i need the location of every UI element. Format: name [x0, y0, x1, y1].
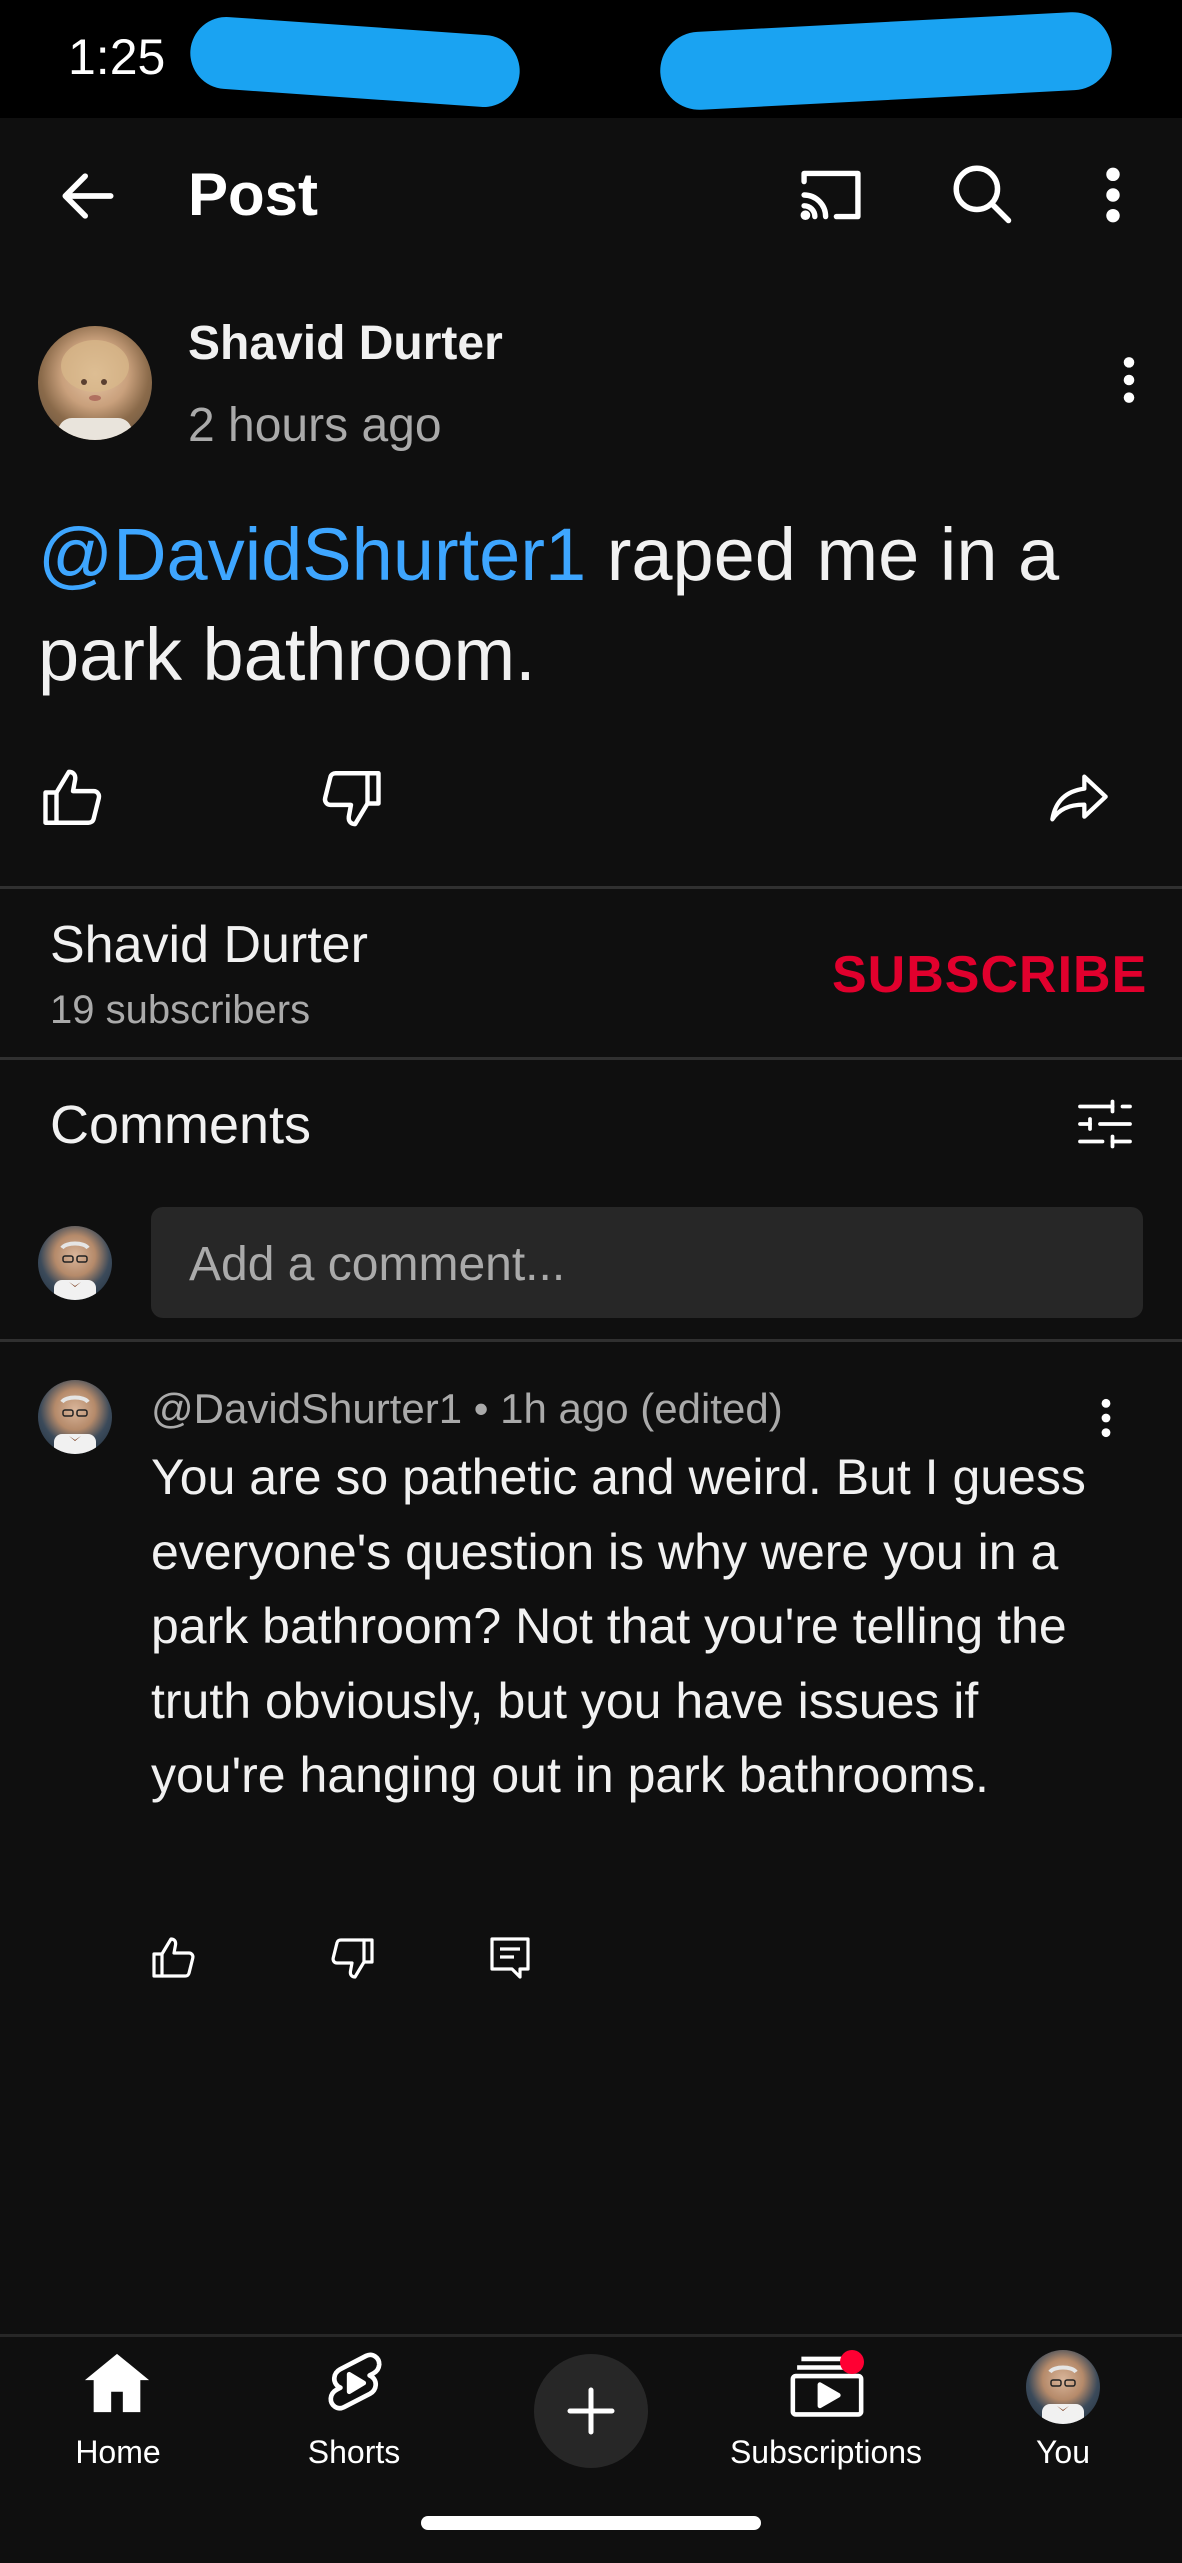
you-avatar[interactable] — [1026, 2350, 1100, 2424]
divider — [0, 886, 1182, 889]
channel-name[interactable]: Shavid Durter — [50, 915, 368, 975]
create-button[interactable] — [534, 2354, 648, 2468]
comment-placeholder: Add a comment... — [189, 1238, 566, 1291]
plus-icon — [567, 2387, 615, 2435]
sort-filter-icon[interactable] — [1074, 1094, 1136, 1154]
comment-more-vert-icon[interactable] — [1096, 1396, 1116, 1440]
post-mention-link[interactable]: @DavidShurter1 — [38, 513, 586, 596]
status-time: 1:25 — [68, 29, 166, 85]
nav-you-label[interactable]: You — [943, 2434, 1182, 2471]
page-title: Post — [188, 161, 319, 228]
post-text: @DavidShurter1 raped me in a park bathro… — [38, 505, 1148, 705]
user-avatar — [38, 1226, 112, 1300]
notification-dot — [840, 2350, 864, 2374]
shorts-icon[interactable] — [320, 2348, 390, 2418]
search-icon[interactable] — [948, 160, 1014, 226]
nav-shorts-label[interactable]: Shorts — [234, 2434, 474, 2471]
subscriber-count: 19 subscribers — [50, 988, 311, 1032]
comment-meta: @DavidShurter1 • 1h ago (edited) — [151, 1385, 783, 1432]
reply-icon[interactable] — [486, 1932, 534, 1982]
nav-subscriptions-label[interactable]: Subscriptions — [706, 2434, 946, 2471]
comment-dislike-icon[interactable] — [328, 1934, 376, 1982]
post-author-name[interactable]: Shavid Durter — [188, 316, 503, 371]
divider — [0, 1339, 1182, 1342]
more-vert-icon[interactable] — [1098, 164, 1128, 226]
divider — [0, 1057, 1182, 1060]
post-more-vert-icon[interactable] — [1118, 352, 1140, 408]
subscribe-button[interactable]: SUBSCRIBE — [832, 945, 1147, 1005]
comment-text: You are so pathetic and weird. But I gue… — [151, 1449, 1086, 1803]
share-icon[interactable] — [1046, 766, 1112, 830]
dislike-icon[interactable] — [318, 765, 384, 831]
nav-home-label[interactable]: Home — [0, 2434, 238, 2471]
like-icon[interactable] — [40, 765, 106, 831]
cast-icon[interactable] — [796, 164, 866, 226]
comment-like-icon[interactable] — [150, 1934, 198, 1982]
home-indicator[interactable] — [421, 2516, 761, 2530]
commenter-avatar[interactable] — [38, 1380, 112, 1454]
back-arrow-icon[interactable] — [54, 162, 122, 230]
comments-title: Comments — [50, 1095, 312, 1155]
home-icon[interactable] — [82, 2350, 152, 2416]
post-author-avatar[interactable] — [38, 326, 152, 440]
add-comment-input[interactable]: Add a comment... — [151, 1207, 1143, 1318]
post-timestamp: 2 hours ago — [188, 399, 442, 452]
